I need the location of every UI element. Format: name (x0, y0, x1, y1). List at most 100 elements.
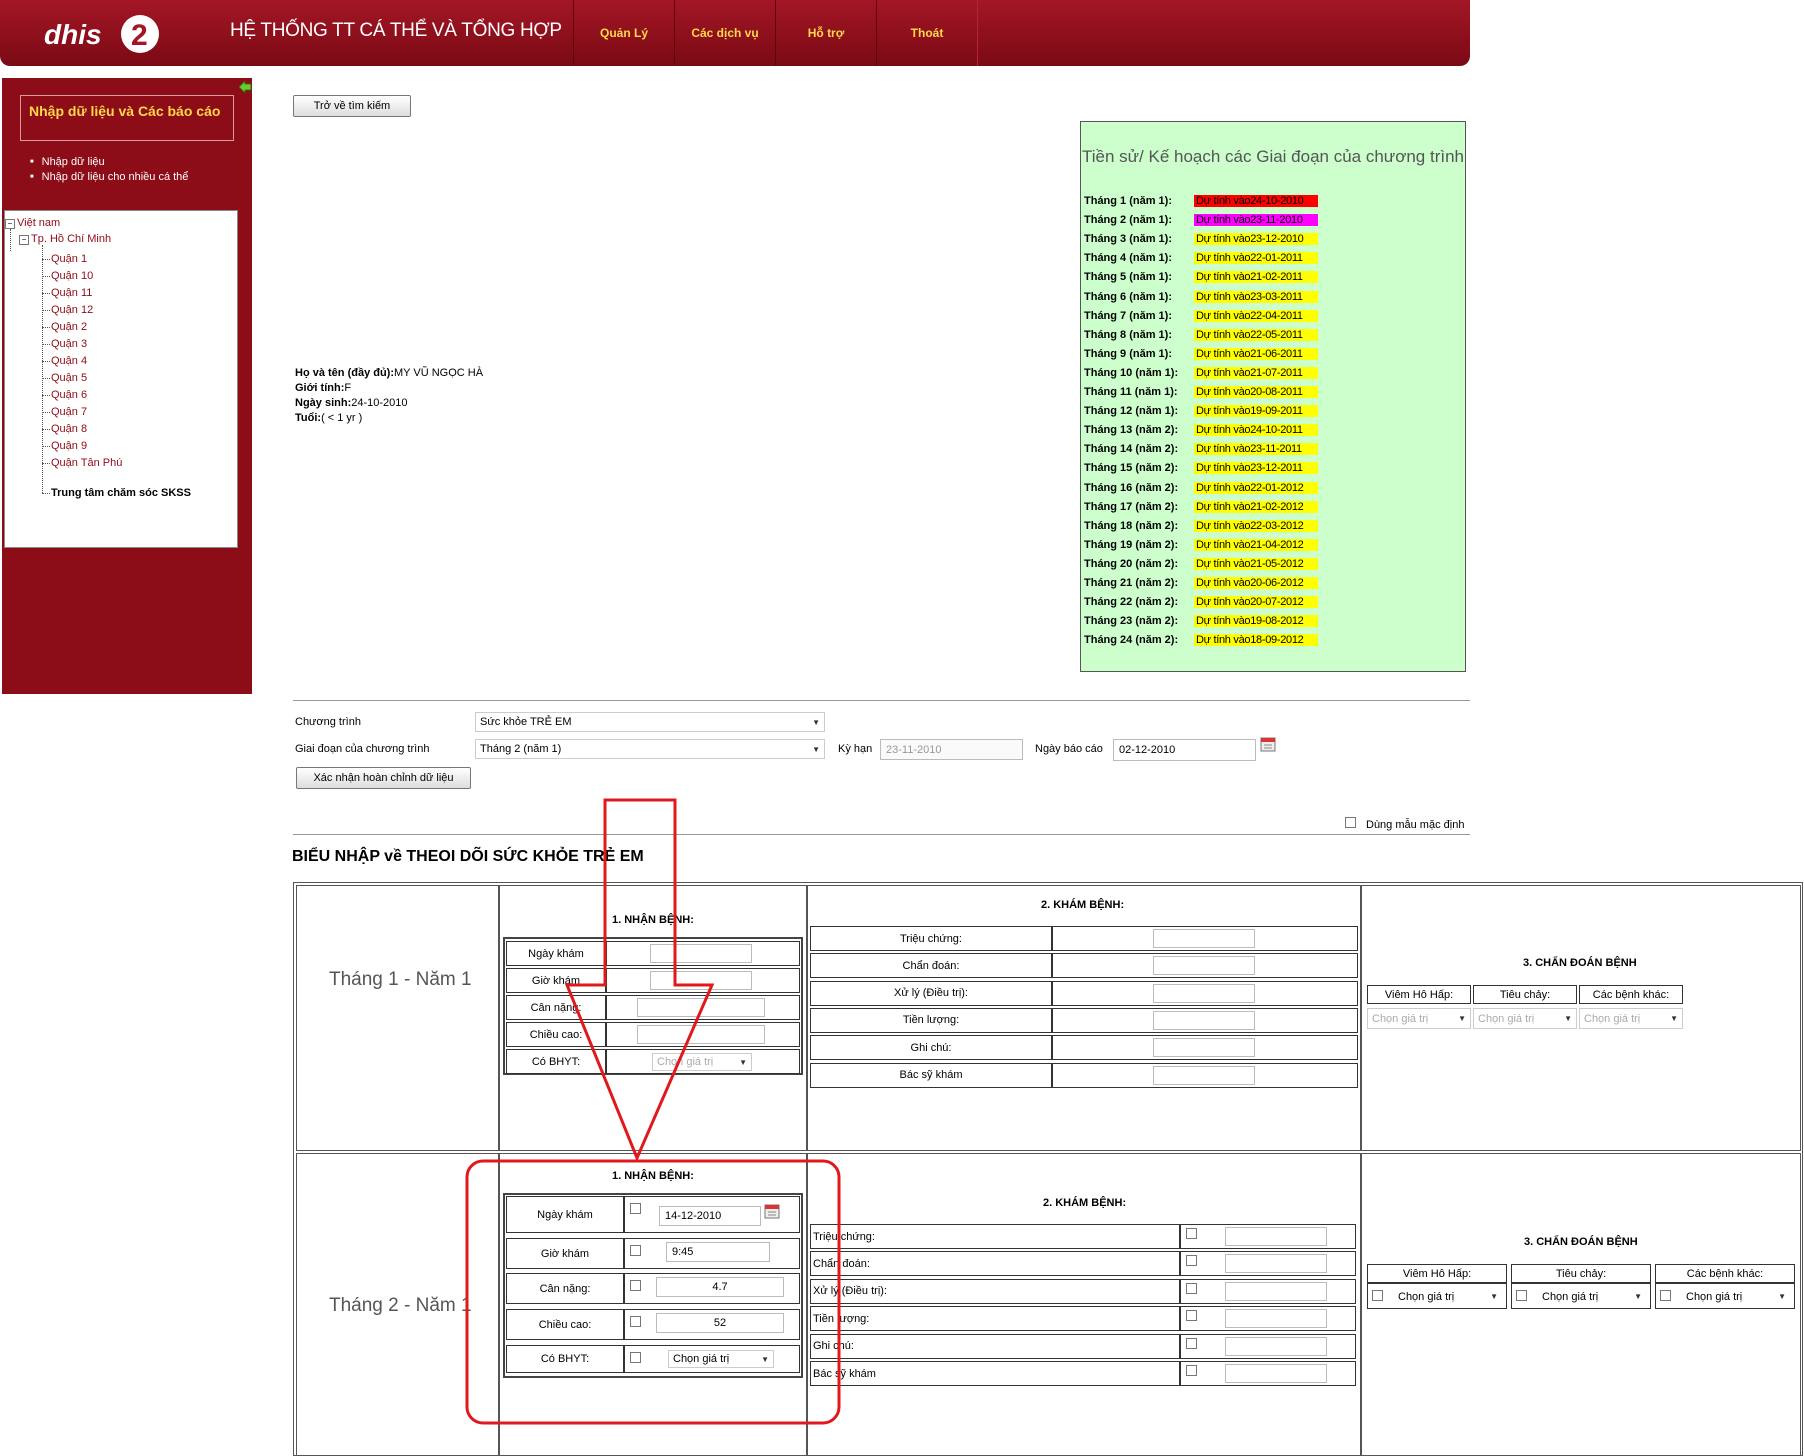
stage-due-badge[interactable]: Dự tính vào20-06-2012 (1194, 577, 1318, 589)
tree-node-district[interactable]: Quận 6 (51, 389, 87, 401)
exam-input[interactable] (1225, 1281, 1327, 1301)
back-to-search-button[interactable]: Trở về tìm kiếm (293, 95, 411, 117)
default-form-checkbox[interactable] (1345, 817, 1356, 828)
exam-input[interactable] (1153, 929, 1255, 948)
stage-due-badge[interactable]: Dự tính vào23-11-2011 (1194, 443, 1318, 456)
stage-due-badge[interactable]: Dự tính vào20-08-2011 (1194, 386, 1318, 398)
intake-input[interactable]: 14-12-2010 (659, 1206, 761, 1226)
intake-checkbox[interactable] (630, 1316, 641, 1327)
tree-node-district[interactable]: Quận 5 (51, 372, 87, 384)
tree-node-district[interactable]: Quận 7 (51, 406, 87, 418)
stage-due-badge[interactable]: Dự tính vào24-10-2010 (1194, 195, 1318, 207)
report-date-field[interactable]: 02-12-2010 (1113, 739, 1256, 761)
stage-due-badge[interactable]: Dự tính vào21-04-2012 (1194, 538, 1318, 551)
tree-node-district[interactable]: Quận Tân Phú (51, 457, 122, 469)
exam-input[interactable] (1153, 1065, 1255, 1085)
exam-checkbox[interactable] (1186, 1365, 1197, 1376)
insurance-select[interactable]: Chọn giá trị ▼ (652, 1053, 752, 1071)
stage-due-badge[interactable]: Dự tính vào23-12-2011 (1194, 462, 1318, 475)
diagnosis-select[interactable]: Chọn giá trị ▼ (1579, 1008, 1683, 1029)
intake-checkbox[interactable] (630, 1280, 641, 1291)
intake-checkbox[interactable] (630, 1245, 641, 1256)
diagnosis-checkbox[interactable] (1660, 1290, 1671, 1301)
multi-entry-link[interactable]: Nhập dữ liệu cho nhiều cá thể (30, 171, 189, 183)
intake-input[interactable] (650, 944, 752, 963)
intake-checkbox[interactable] (630, 1203, 641, 1214)
tree-node-district[interactable]: Quận 1 (51, 253, 87, 265)
program-select[interactable]: Sức khỏe TRẺ EM ▼ (475, 712, 825, 732)
exam-checkbox[interactable] (1186, 1337, 1197, 1349)
stage-due-badge[interactable]: Dự tính vào21-07-2011 (1194, 366, 1318, 379)
tree-node-district[interactable]: Quận 3 (51, 338, 87, 350)
diagnosis-select[interactable]: Chọn giá trị ▼ (1473, 1008, 1577, 1029)
exam-input[interactable] (1225, 1364, 1327, 1383)
calendar-icon[interactable] (764, 1203, 780, 1219)
tree-node-district[interactable]: Quận 8 (51, 423, 87, 435)
stage-due-badge[interactable]: Dự tính vào23-11-2010 (1194, 214, 1318, 227)
exam-input[interactable] (1153, 956, 1255, 976)
dhis2-logo[interactable]: dhis 2 (40, 12, 160, 56)
diagnosis-checkbox[interactable] (1516, 1290, 1527, 1301)
stage-due-badge[interactable]: Dự tính vào23-03-2011 (1194, 290, 1318, 303)
diagnosis-select[interactable]: Chọn giá trị ▼ (1367, 1008, 1471, 1029)
stage-due-badge[interactable]: Dự tính vào20-07-2012 (1194, 596, 1318, 609)
exam-checkbox[interactable] (1186, 1282, 1197, 1294)
exam-checkbox[interactable] (1186, 1255, 1197, 1267)
intake-input[interactable] (637, 998, 765, 1017)
exam-input[interactable] (1153, 983, 1255, 1003)
tree-node-district[interactable]: Quận 4 (51, 355, 87, 367)
calendar-icon[interactable] (1260, 736, 1276, 752)
menu-help[interactable]: Hỗ trợ (775, 0, 877, 66)
intake-input[interactable]: 52 (656, 1313, 784, 1333)
stage-due-badge[interactable]: Dự tính vào18-09-2012 (1194, 634, 1318, 647)
stage-due-badge[interactable]: Dự tính vào24-10-2011 (1194, 424, 1318, 437)
menu-services[interactable]: Các dịch vụ (674, 0, 776, 66)
intake-input[interactable] (637, 1025, 765, 1044)
tree-node-district[interactable]: Quận 10 (51, 270, 93, 282)
due-date-field[interactable]: 23-11-2010 (880, 739, 1023, 760)
stage-due-badge[interactable]: Dự tính vào22-03-2012 (1194, 519, 1318, 532)
exam-input[interactable] (1225, 1336, 1327, 1356)
diagnosis-select[interactable]: Chọn giá trị ▼ (1538, 1287, 1646, 1306)
insurance-select[interactable]: Chọn giá trị ▼ (668, 1350, 774, 1368)
exam-input[interactable] (1153, 1038, 1255, 1058)
diagnosis-select[interactable]: Chọn giá trị ▼ (1394, 1287, 1502, 1306)
stage-due-badge[interactable]: Dự tính vào21-02-2011 (1194, 271, 1318, 284)
intake-checkbox[interactable] (630, 1352, 641, 1363)
tree-node-vietnam[interactable]: − Việt nam (5, 217, 60, 229)
confirm-complete-button[interactable]: Xác nhận hoàn chỉnh dữ liệu (296, 767, 471, 789)
intake-input[interactable] (650, 971, 752, 990)
stage-due-badge[interactable]: Dự tính vào22-04-2011 (1194, 309, 1318, 322)
stage-due-badge[interactable]: Dự tính vào23-12-2010 (1194, 233, 1318, 246)
diagnosis-checkbox[interactable] (1372, 1290, 1383, 1301)
intake-input[interactable]: 9:45 (666, 1242, 770, 1262)
stage-due-badge[interactable]: Dự tính vào22-01-2012 (1194, 481, 1318, 494)
stage-due-badge[interactable]: Dự tính vào22-01-2011 (1194, 252, 1318, 265)
exam-input[interactable] (1225, 1227, 1327, 1246)
tree-node-hcm[interactable]: − Tp. Hồ Chí Minh (19, 233, 111, 245)
stage-select[interactable]: Tháng 2 (năm 1) ▼ (475, 739, 825, 759)
exam-checkbox[interactable] (1186, 1310, 1197, 1322)
tree-node-district[interactable]: Quận 12 (51, 304, 93, 316)
stage-due-badge[interactable]: Dự tính vào22-05-2011 (1194, 328, 1318, 341)
stage-due-badge[interactable]: Dự tính vào19-09-2011 (1194, 405, 1318, 418)
stage-due-badge[interactable]: Dự tính vào19-08-2012 (1194, 615, 1318, 628)
collapse-icon[interactable]: − (5, 219, 15, 229)
exam-input[interactable] (1225, 1254, 1327, 1274)
exam-checkbox[interactable] (1186, 1228, 1197, 1239)
tree-node-selected[interactable]: Trung tâm chăm sóc SKSS (51, 487, 191, 499)
tree-node-district[interactable]: Quận 2 (51, 321, 87, 333)
diagnosis-select[interactable]: Chọn giá trị ▼ (1682, 1287, 1790, 1306)
intake-input[interactable]: 4.7 (656, 1277, 784, 1297)
tree-node-district[interactable]: Quận 9 (51, 440, 87, 452)
stage-due-badge[interactable]: Dự tính vào21-05-2012 (1194, 557, 1318, 570)
menu-logout[interactable]: Thoát (876, 0, 978, 66)
stage-due-badge[interactable]: Dự tính vào21-06-2011 (1194, 347, 1318, 360)
exam-input[interactable] (1225, 1309, 1327, 1329)
exam-input[interactable] (1153, 1010, 1255, 1030)
menu-admin[interactable]: Quản Lý (573, 0, 675, 66)
tree-node-district[interactable]: Quận 11 (51, 287, 92, 299)
stage-due-badge[interactable]: Dự tính vào21-02-2012 (1194, 500, 1318, 513)
data-entry-link[interactable]: Nhập dữ liệu (30, 156, 105, 168)
collapse-icon[interactable]: − (19, 235, 29, 245)
